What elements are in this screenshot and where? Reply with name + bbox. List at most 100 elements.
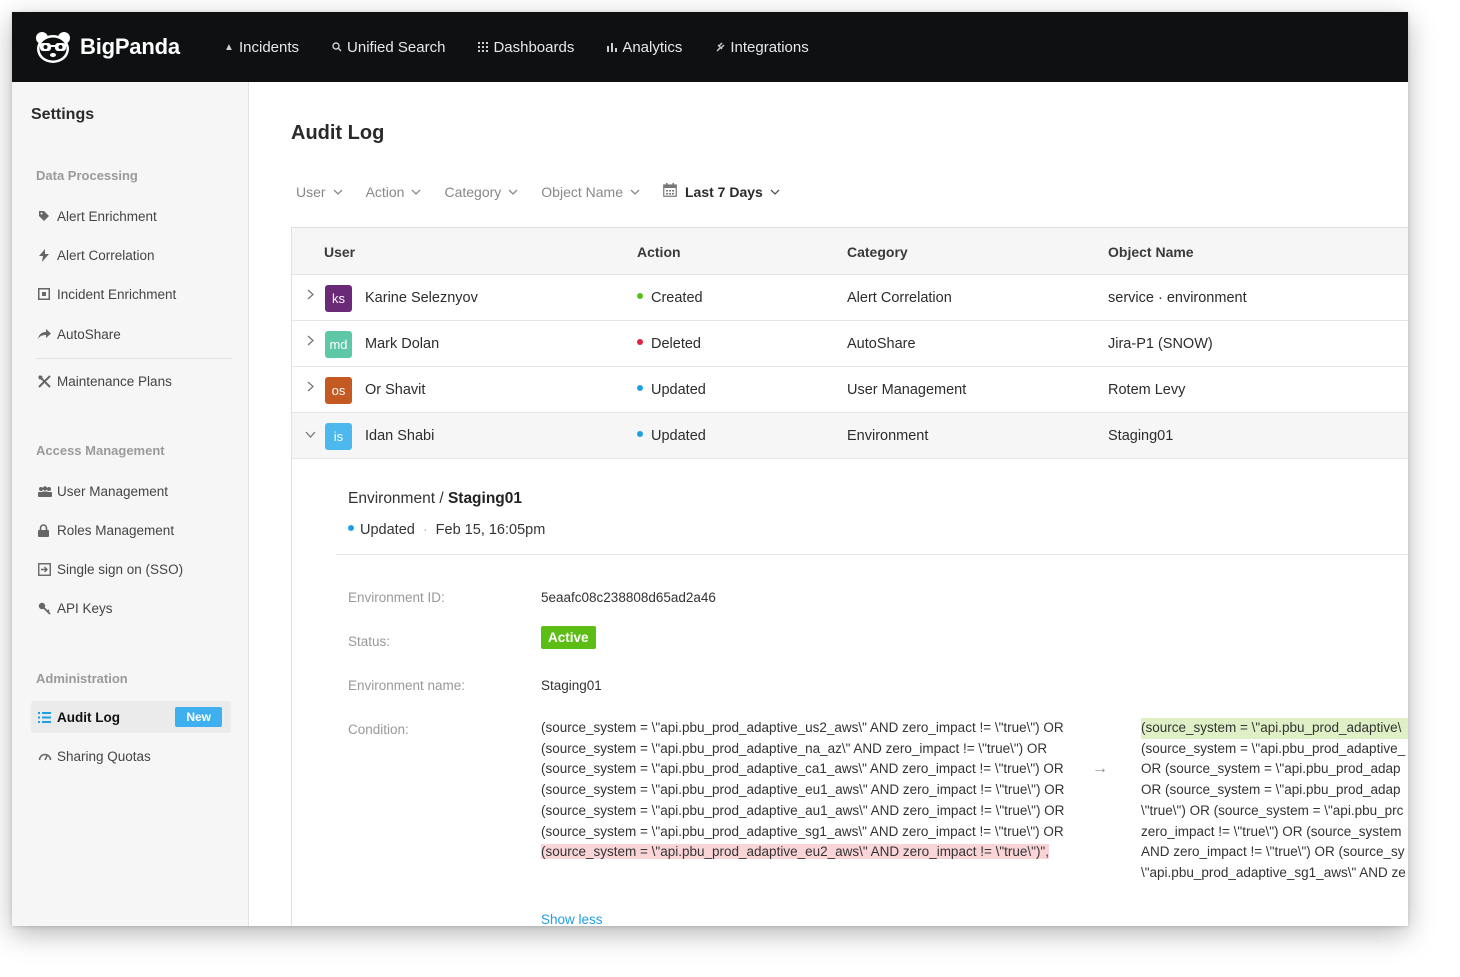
condition-added-line: (source_system = \"api.pbu_prod_adaptive… <box>1141 718 1408 739</box>
chevron-right-icon[interactable] <box>305 289 315 303</box>
filter-object-name[interactable]: Object Name <box>541 184 640 200</box>
status-dot <box>637 431 643 438</box>
filter-label: Category <box>444 183 502 200</box>
sidebar-item-roles-management[interactable]: Roles Management <box>31 514 231 546</box>
detail-title: Environment / Staging01 <box>348 490 522 508</box>
sidebar-item-user-management[interactable]: User Management <box>31 475 231 507</box>
sidebar-item-alert-enrichment[interactable]: Alert Enrichment <box>31 200 231 232</box>
chevron-down-icon <box>630 187 640 197</box>
user-name: Idan Shabi <box>365 428 435 444</box>
bar-chart-icon <box>605 42 619 52</box>
sidebar-item-sso[interactable]: Single sign on (SSO) <box>31 553 231 585</box>
audit-log-table: User Action Category Object Name ks Kari… <box>291 227 1408 926</box>
chevron-down-icon <box>770 187 780 197</box>
sidebar-item-api-keys[interactable]: API Keys <box>31 592 231 624</box>
category-cell: AutoShare <box>847 336 916 352</box>
object-name-cell: Staging01 <box>1108 428 1174 444</box>
sidebar-title: Settings <box>31 106 95 123</box>
nav-integrations[interactable]: Integrations <box>713 38 809 56</box>
table-row[interactable]: os Or Shavit Updated User Management Rot… <box>292 367 1408 413</box>
sidebar-item-label: Incident Enrichment <box>57 286 177 302</box>
table-row[interactable]: ks Karine Seleznyov Created Alert Correl… <box>292 275 1408 321</box>
detail-divider <box>336 554 1408 555</box>
column-header-action[interactable]: Action <box>637 244 681 260</box>
condition-removed-text: (source_system = \"api.pbu_prod_adaptive… <box>541 844 1049 860</box>
gauge-icon <box>31 751 57 761</box>
main-nav: ▲ Incidents Unified Search Dashboards An… <box>222 39 840 56</box>
chevron-down-icon[interactable] <box>305 427 316 441</box>
action-label: Updated <box>651 382 706 398</box>
show-less-link[interactable]: Show less <box>541 912 603 926</box>
sidebar-item-audit-log[interactable]: Audit Log New <box>31 701 231 733</box>
nav-label: Unified Search <box>347 38 446 56</box>
chevron-right-icon[interactable] <box>305 335 315 349</box>
sidebar-item-alert-correlation[interactable]: Alert Correlation <box>31 239 231 271</box>
action-label: Deleted <box>651 336 701 352</box>
sidebar-item-label: Roles Management <box>57 522 175 538</box>
nav-dashboards[interactable]: Dashboards <box>476 39 574 56</box>
category-cell: Environment <box>847 428 929 444</box>
nav-label: Incidents <box>239 38 300 56</box>
sidebar-item-label: AutoShare <box>57 326 121 342</box>
app-window: BigPanda ▲ Incidents Unified Search Dash… <box>12 12 1408 926</box>
avatar: md <box>325 331 352 358</box>
condition-old-value: (source_system = \"api.pbu_prod_adaptive… <box>541 718 1069 863</box>
tag-icon <box>31 210 57 222</box>
sidebar-item-incident-enrichment[interactable]: Incident Enrichment <box>31 278 231 310</box>
sidebar-item-sharing-quotas[interactable]: Sharing Quotas <box>31 740 231 772</box>
condition-old-text: (source_system = \"api.pbu_prod_adaptive… <box>541 720 1065 839</box>
filter-bar: User Action Category Object Name Last 7 … <box>296 183 803 200</box>
table-row[interactable]: md Mark Dolan Deleted AutoShare Jira-P1 … <box>292 321 1408 367</box>
arrow-right-icon: → <box>1092 760 1108 777</box>
filter-category[interactable]: Category <box>444 184 518 200</box>
chevron-down-icon <box>508 187 518 197</box>
filter-label: Action <box>365 183 405 200</box>
key-icon <box>31 602 57 615</box>
user-name: Or Shavit <box>365 382 426 398</box>
separator-dot: · <box>422 522 428 538</box>
detail-category: Environment / <box>348 490 448 507</box>
filter-date-range[interactable]: Last 7 Days <box>663 183 780 200</box>
page-title: Audit Log <box>291 122 385 144</box>
bolt-icon <box>31 248 57 262</box>
sidebar-item-label: Alert Correlation <box>57 247 155 263</box>
filter-user[interactable]: User <box>296 184 343 200</box>
env-id-value: 5eaafc08c238808d65ad2a46 <box>541 590 716 605</box>
share-arrow-icon <box>31 329 57 339</box>
avatar: ks <box>325 285 352 312</box>
column-header-object-name[interactable]: Object Name <box>1108 244 1194 260</box>
main-content: Audit Log User Action Category Object Na… <box>249 82 1408 926</box>
condition-line: zero_impact != \"true\") OR (source_syst… <box>1141 823 1402 839</box>
nav-analytics[interactable]: Analytics <box>605 39 682 56</box>
status-value: Active <box>541 626 596 649</box>
chevron-right-icon[interactable] <box>305 381 315 395</box>
nav-unified-search[interactable]: Unified Search <box>330 39 445 56</box>
env-name-value: Staging01 <box>541 678 602 693</box>
detail-object: Staging01 <box>447 490 523 507</box>
sidebar-item-label: Sharing Quotas <box>57 748 151 764</box>
filter-action[interactable]: Action <box>366 184 422 200</box>
lock-icon <box>31 523 57 537</box>
users-icon <box>31 485 57 497</box>
brand-logo[interactable]: BigPanda <box>34 30 222 64</box>
table-row-expanded[interactable]: is Idan Shabi Updated Environment Stagin… <box>292 413 1408 459</box>
detail-action: Updated <box>360 522 415 538</box>
sidebar-item-maintenance-plans[interactable]: Maintenance Plans <box>31 365 231 397</box>
column-header-user[interactable]: User <box>324 244 355 260</box>
user-name: Mark Dolan <box>365 336 440 352</box>
nav-incidents[interactable]: ▲ Incidents <box>222 39 299 56</box>
sidebar-item-autoshare[interactable]: AutoShare <box>31 318 231 350</box>
column-header-category[interactable]: Category <box>847 244 908 260</box>
category-cell: User Management <box>847 382 967 398</box>
sidebar-item-label: User Management <box>57 483 169 499</box>
action-cell: Deleted <box>637 336 701 352</box>
nav-label: Dashboards <box>493 38 575 56</box>
object-name-cell: Jira-P1 (SNOW) <box>1108 336 1213 352</box>
action-cell: Updated <box>637 428 706 444</box>
brand-name: BigPanda <box>80 34 180 59</box>
action-label: Created <box>651 290 703 306</box>
filter-label: Object Name <box>541 183 623 200</box>
condition-line: AND zero_impact != \"true\") OR (source_… <box>1141 844 1405 860</box>
settings-sidebar: Settings Data Processing Alert Enrichmen… <box>12 82 249 926</box>
nav-label: Integrations <box>730 38 809 56</box>
